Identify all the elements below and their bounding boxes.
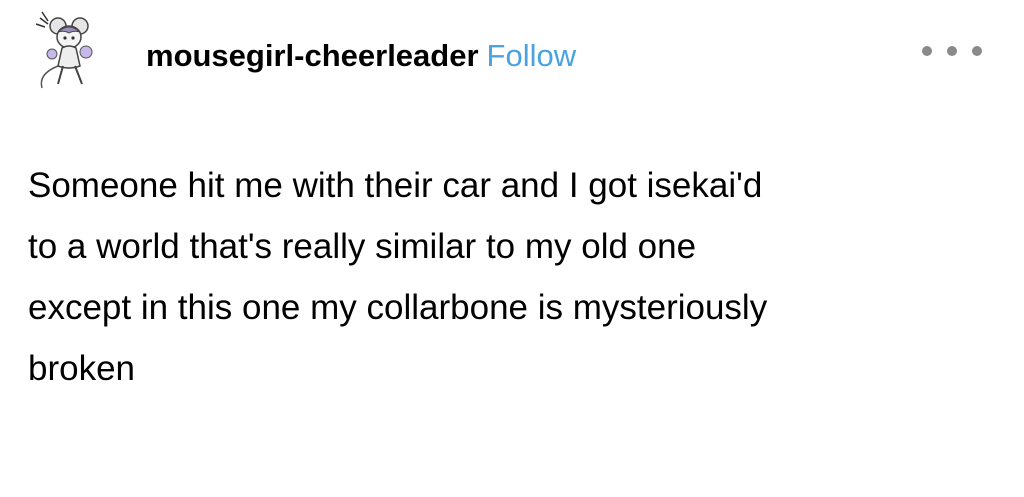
avatar[interactable] — [28, 8, 112, 92]
post-header: mousegirl-cheerleader Follow — [146, 36, 576, 76]
more-options-button[interactable] — [922, 36, 982, 66]
post-body: Someone hit me with their car and I got … — [28, 155, 988, 399]
ellipsis-icon — [922, 46, 932, 56]
post-body-line: broken — [28, 349, 136, 388]
post-body-line: Someone hit me with their car and I got … — [28, 166, 763, 205]
mouse-girl-drawing-icon — [35, 11, 93, 89]
post-body-line: except in this one my collarbone is myst… — [28, 288, 768, 327]
post-body-line: to a world that's really similar to my o… — [28, 227, 697, 266]
ellipsis-icon — [947, 46, 957, 56]
follow-button[interactable]: Follow — [487, 38, 577, 73]
username-link[interactable]: mousegirl-cheerleader — [146, 38, 479, 73]
ellipsis-icon — [972, 46, 982, 56]
tumblr-post: mousegirl-cheerleader Follow Someone hit … — [0, 0, 1024, 497]
